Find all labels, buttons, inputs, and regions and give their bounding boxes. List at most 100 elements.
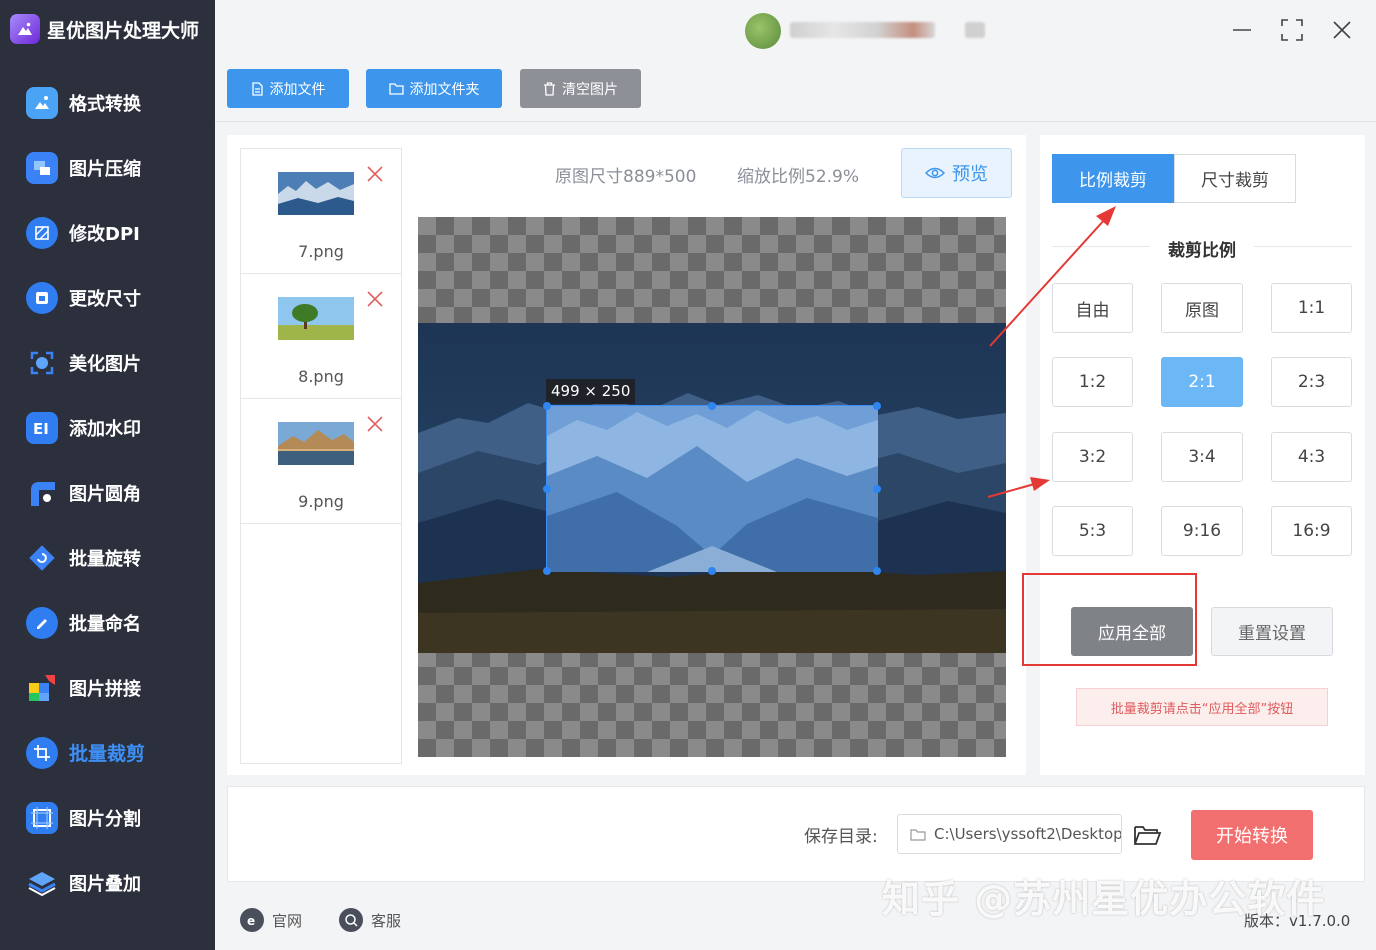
remove-file-icon[interactable] <box>365 164 385 184</box>
sidebar-item-label: 图片压缩 <box>69 158 141 180</box>
sidebar-item-label: 更改尺寸 <box>69 288 141 310</box>
tab-size-crop-label: 尺寸裁剪 <box>1201 171 1269 191</box>
app-logo-icon <box>10 14 40 44</box>
crop-handle[interactable] <box>708 402 716 410</box>
eye-icon <box>925 167 945 179</box>
list-item[interactable]: 9.png <box>241 399 401 524</box>
original-size: 原图尺寸889*500 <box>555 167 697 187</box>
support-link[interactable]: 客服 <box>339 907 401 933</box>
user-menu-blurred <box>965 22 985 38</box>
ratio-4-3-button[interactable]: 4:3 <box>1271 432 1352 482</box>
sidebar-item-rounded-corner[interactable]: 图片圆角 <box>0 460 215 525</box>
ratio-original-button[interactable]: 原图 <box>1161 283 1243 333</box>
crop-handle[interactable] <box>543 485 551 493</box>
sidebar-item-resize[interactable]: 更改尺寸 <box>0 265 215 330</box>
dpi-icon <box>26 216 58 249</box>
folder-icon <box>388 83 404 95</box>
version-label: 版本：v1.7.0.0 <box>1244 912 1351 930</box>
sidebar-item-label: 批量裁剪 <box>69 743 146 765</box>
crop-ratio-title: 裁剪比例 <box>1052 236 1352 261</box>
sidebar-item-format-convert[interactable]: 格式转换 <box>0 70 215 135</box>
save-directory-input[interactable]: C:\Users\yssoft2\Desktop <box>897 814 1122 854</box>
ratio-free-button[interactable]: 自由 <box>1052 283 1133 333</box>
ratio-2-3-button[interactable]: 2:3 <box>1271 357 1352 407</box>
support-label: 客服 <box>371 911 402 930</box>
sidebar-item-rename[interactable]: 批量命名 <box>0 590 215 655</box>
svg-text:e: e <box>247 914 255 927</box>
save-directory-label: 保存目录: <box>804 827 878 847</box>
ratio-16-9-button[interactable]: 16:9 <box>1271 506 1352 556</box>
resize-icon <box>26 281 58 314</box>
apply-all-button[interactable]: 应用全部 <box>1071 607 1193 656</box>
ratio-9-16-button[interactable]: 9:16 <box>1161 506 1243 556</box>
layers-icon <box>26 866 58 899</box>
minimize-icon <box>1233 29 1251 31</box>
browse-folder-icon[interactable] <box>1132 820 1162 850</box>
maximize-button[interactable] <box>1276 14 1308 46</box>
crop-handle[interactable] <box>873 402 881 410</box>
crop-handle[interactable] <box>873 485 881 493</box>
sidebar-item-label: 图片分割 <box>69 808 141 830</box>
sidebar-item-dpi[interactable]: 修改DPI <box>0 200 215 265</box>
batch-crop-hint: 批量裁剪请点击“应用全部”按钮 <box>1076 688 1328 726</box>
list-item[interactable]: 8.png <box>241 274 401 399</box>
app-title-bar: 星优图片处理大师 <box>0 0 215 58</box>
ratio-2-1-button[interactable]: 2:1 <box>1161 357 1243 407</box>
add-file-button[interactable]: 添加文件 <box>227 69 349 108</box>
add-folder-button[interactable]: 添加文件夹 <box>366 69 502 108</box>
sidebar-item-label: 图片叠加 <box>69 873 141 895</box>
remove-file-icon[interactable] <box>365 289 385 309</box>
sidebar-item-label: 批量旋转 <box>69 548 141 570</box>
reset-settings-button[interactable]: 重置设置 <box>1211 607 1333 656</box>
clear-images-label: 清空图片 <box>562 81 618 98</box>
tab-ratio-crop-label: 比例裁剪 <box>1079 171 1147 191</box>
ratio-1-1-button[interactable]: 1:1 <box>1271 283 1352 333</box>
thumbnail-9 <box>278 422 354 465</box>
chat-icon <box>339 908 363 932</box>
preview-button[interactable]: 预览 <box>901 148 1012 198</box>
sidebar-item-split[interactable]: 图片分割 <box>0 785 215 850</box>
tab-size-crop[interactable]: 尺寸裁剪 <box>1174 154 1296 203</box>
sidebar-item-rotate[interactable]: 批量旋转 <box>0 525 215 590</box>
sidebar-item-label: 添加水印 <box>69 418 141 440</box>
user-name-blurred <box>790 22 935 38</box>
sidebar-item-label: 图片拼接 <box>69 678 141 700</box>
close-button[interactable] <box>1326 14 1358 46</box>
preview-label: 预览 <box>952 164 988 185</box>
ratio-3-2-button[interactable]: 3:2 <box>1052 432 1133 482</box>
crop-canvas[interactable]: 499 × 250 <box>418 217 1006 757</box>
crop-handle[interactable] <box>873 567 881 575</box>
close-icon <box>1333 21 1351 39</box>
remove-file-icon[interactable] <box>365 414 385 434</box>
compress-icon <box>26 151 58 184</box>
rename-icon <box>26 606 58 639</box>
sidebar-item-batch-crop[interactable]: 批量裁剪 <box>0 720 215 785</box>
sidebar-item-label: 美化图片 <box>69 353 141 375</box>
image-convert-icon <box>26 86 58 119</box>
sidebar-item-watermark[interactable]: EI 添加水印 <box>0 395 215 460</box>
ratio-5-3-button[interactable]: 5:3 <box>1052 506 1133 556</box>
ratio-1-2-button[interactable]: 1:2 <box>1052 357 1133 407</box>
list-item[interactable]: 7.png <box>241 149 401 274</box>
sidebar-item-puzzle[interactable]: 图片拼接 <box>0 655 215 720</box>
website-link[interactable]: e 官网 <box>240 907 302 933</box>
crop-selection[interactable] <box>543 402 881 575</box>
minimize-button[interactable] <box>1226 14 1258 46</box>
app-name: 星优图片处理大师 <box>47 19 200 42</box>
sidebar-item-beautify[interactable]: 美化图片 <box>0 330 215 395</box>
thumbnail-8 <box>278 297 354 340</box>
file-list: 7.png 8.png 9.png <box>240 148 402 764</box>
crop-handle[interactable] <box>708 567 716 575</box>
file-name: 9.png <box>298 492 344 511</box>
avatar[interactable] <box>745 13 781 49</box>
tab-ratio-crop[interactable]: 比例裁剪 <box>1052 154 1174 203</box>
crop-handle[interactable] <box>543 567 551 575</box>
sidebar-item-label: 图片圆角 <box>69 483 141 505</box>
clear-images-button[interactable]: 清空图片 <box>520 69 641 108</box>
crop-size-label: 499 × 250 <box>546 379 636 404</box>
start-convert-button[interactable]: 开始转换 <box>1191 810 1313 860</box>
sidebar-item-compress[interactable]: 图片压缩 <box>0 135 215 200</box>
crop-handle[interactable] <box>543 402 551 410</box>
ratio-3-4-button[interactable]: 3:4 <box>1161 432 1243 482</box>
sidebar-item-overlay[interactable]: 图片叠加 <box>0 850 215 915</box>
